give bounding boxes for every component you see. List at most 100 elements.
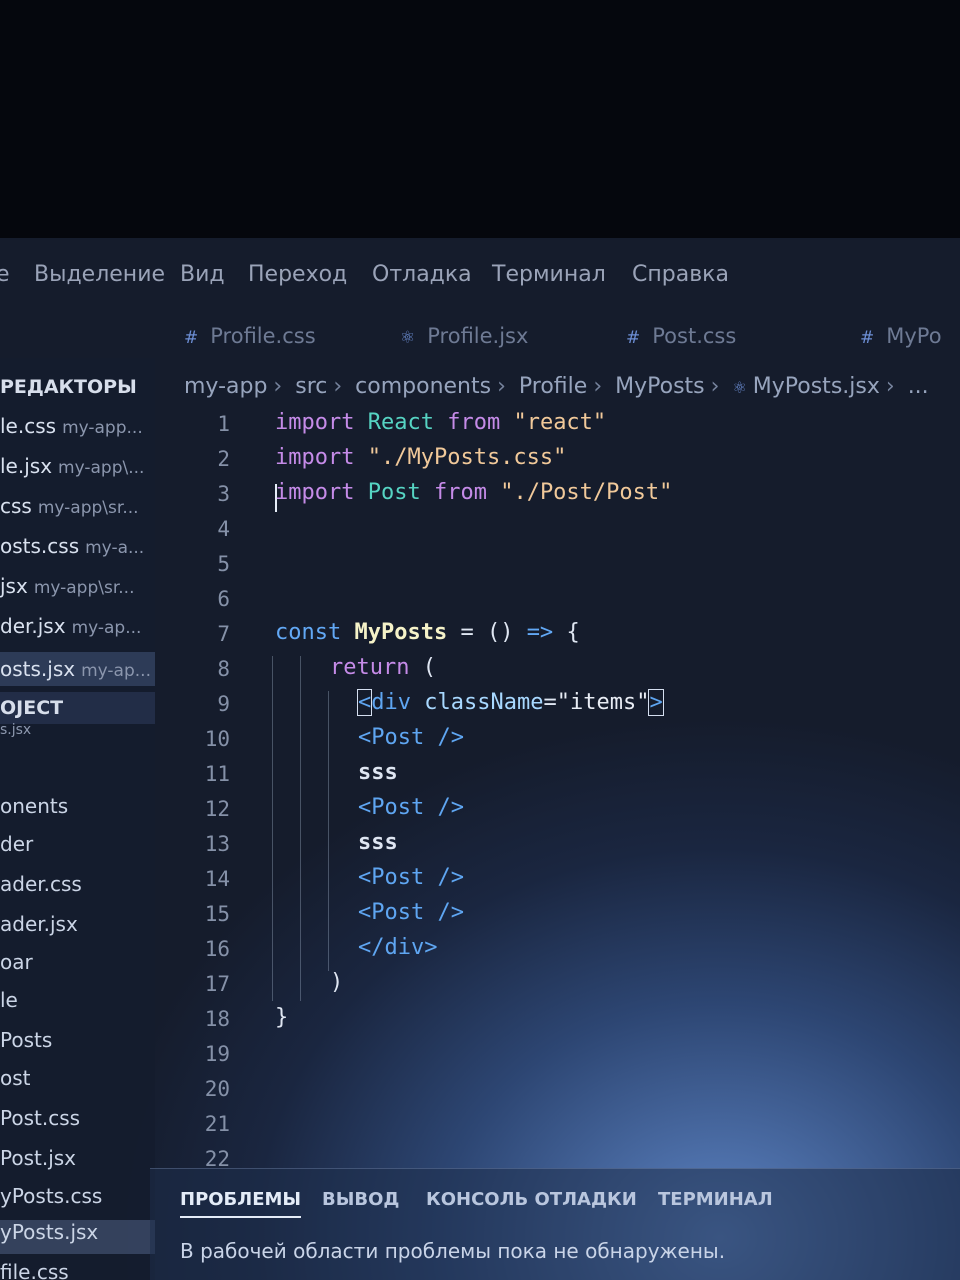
tree-item[interactable]: Post.css xyxy=(0,1106,80,1130)
code-token: from xyxy=(433,480,487,505)
menu-item-help[interactable]: Справка xyxy=(632,262,729,287)
breadcrumb: my-app › src › components › Profile › MyPost… xyxy=(184,374,929,399)
tree-item[interactable]: le xyxy=(0,988,18,1012)
menu-item-debug[interactable]: Отладка xyxy=(372,262,472,287)
tab-problems[interactable]: ПРОБЛЕМЫ xyxy=(180,1189,302,1218)
code-token: < xyxy=(356,689,373,716)
code-line: <Post /> xyxy=(358,865,464,890)
project-header[interactable]: OJECT xyxy=(0,692,155,724)
line-number: 9 xyxy=(217,692,230,716)
tree-item[interactable]: ader.jsx xyxy=(0,912,78,936)
code-token: "./MyPosts.css" xyxy=(367,445,567,470)
code-token: => xyxy=(526,620,554,645)
line-number: 3 xyxy=(217,482,230,506)
code-line: <Post /> xyxy=(358,900,464,925)
code-token: return xyxy=(330,655,410,680)
tree-item[interactable]: oar xyxy=(0,950,33,974)
open-editor-item[interactable]: le.jsx my-app\... xyxy=(0,454,155,478)
code-token: from xyxy=(447,410,501,435)
code-line: <Post /> xyxy=(358,725,464,750)
tab-debug-console[interactable]: КОНСОЛЬ ОТЛАДКИ xyxy=(426,1189,637,1210)
menu-item-terminal[interactable]: Терминал xyxy=(492,262,606,287)
code-token: = () xyxy=(460,620,527,645)
code-line: <div className="items"> xyxy=(356,689,664,716)
line-number: 2 xyxy=(217,447,230,471)
open-editor-item[interactable]: css my-app\sr... xyxy=(0,494,155,518)
hash-icon: # xyxy=(184,328,199,348)
menu-item-go[interactable]: Переход xyxy=(248,262,347,287)
menu-item-selection[interactable]: Выделение xyxy=(34,262,165,287)
line-number: 7 xyxy=(217,622,230,646)
tab-profile-jsx[interactable]: ⚛ Profile.jsx xyxy=(400,324,528,348)
vscode-window: е Выделение Вид Переход Отладка Терминал… xyxy=(0,238,960,1280)
code-editor[interactable]: 1 2 3 4 5 6 7 8 9 10 11 12 13 14 15 16 1… xyxy=(160,406,960,1171)
indent-guide xyxy=(328,691,329,971)
breadcrumb-item[interactable]: my-app xyxy=(184,374,267,399)
code-token: ( xyxy=(422,655,436,680)
breadcrumb-item[interactable]: src xyxy=(295,374,327,399)
tree-item[interactable]: onents xyxy=(0,794,68,818)
tree-item[interactable]: ost xyxy=(0,1066,31,1090)
menu-bar: е Выделение Вид Переход Отладка Терминал… xyxy=(0,256,960,296)
line-number: 18 xyxy=(204,1007,230,1031)
tree-item[interactable]: Posts xyxy=(0,1028,52,1052)
line-number: 16 xyxy=(204,937,230,961)
menu-item-file-edge[interactable]: е xyxy=(0,262,10,287)
tree-item[interactable]: s.jsx xyxy=(0,722,31,738)
open-editor-name: osts.jsx xyxy=(0,657,76,681)
tab-label: Profile.css xyxy=(210,324,316,348)
open-editor-path: my-app\... xyxy=(58,458,145,478)
open-editor-path: my-ap... xyxy=(71,618,142,638)
breadcrumb-item[interactable]: Profile xyxy=(519,374,587,399)
open-editor-item[interactable]: le.css my-app... xyxy=(0,414,155,438)
chevron-right-icon: › xyxy=(273,374,283,399)
chevron-right-icon: › xyxy=(497,374,506,399)
tree-item[interactable]: file.css xyxy=(0,1260,69,1280)
code-line: sss xyxy=(358,760,398,785)
open-editor-item[interactable]: osts.css my-a... xyxy=(0,534,155,558)
open-editor-item-active[interactable]: osts.jsx my-ap... xyxy=(0,652,155,686)
chevron-right-icon: › xyxy=(593,374,603,399)
code-line: } xyxy=(275,1005,289,1030)
tree-item[interactable]: yPosts.css xyxy=(0,1184,102,1208)
open-editors-header[interactable]: РЕДАКТОРЫ xyxy=(0,376,137,398)
code-line: return ( xyxy=(330,655,436,680)
tree-item[interactable]: Post.jsx xyxy=(0,1146,76,1170)
code-line: </div> xyxy=(358,935,438,960)
breadcrumb-item[interactable]: MyPosts.jsx xyxy=(753,374,880,399)
menu-item-view[interactable]: Вид xyxy=(180,262,225,287)
open-editor-path: my-app\sr... xyxy=(33,578,135,598)
chevron-right-icon: › xyxy=(333,374,343,399)
code-token: "./Post/Post" xyxy=(500,480,673,505)
open-editor-name: der.jsx xyxy=(0,614,66,638)
tree-item-active[interactable]: yPosts.jsx xyxy=(0,1220,155,1254)
code-token: MyPosts xyxy=(354,620,448,645)
breadcrumb-item[interactable]: components xyxy=(355,374,491,399)
tab-profile-css[interactable]: # Profile.css xyxy=(184,324,316,348)
breadcrumb-item[interactable]: MyPosts xyxy=(615,374,705,399)
line-number: 4 xyxy=(217,517,230,541)
breadcrumb-item[interactable]: ... xyxy=(908,374,929,399)
tab-label: Profile.jsx xyxy=(427,324,529,348)
tab-label: MyPo xyxy=(886,324,942,348)
tree-item[interactable]: ader.css xyxy=(0,872,82,896)
code-token: div xyxy=(371,690,411,715)
open-editor-path: my-app... xyxy=(62,418,143,438)
tab-post-css[interactable]: # Post.css xyxy=(626,324,736,348)
line-number: 12 xyxy=(204,797,230,821)
line-number: 8 xyxy=(217,657,230,681)
react-icon: ⚛ xyxy=(732,378,747,397)
code-line: import React from "react" xyxy=(275,410,606,435)
code-line: <Post /> xyxy=(358,795,464,820)
tree-item[interactable]: der xyxy=(0,832,33,856)
open-editor-item[interactable]: jsx my-app\sr... xyxy=(0,574,155,598)
code-line: import "./MyPosts.css" xyxy=(275,445,566,470)
tab-myposts-css[interactable]: # MyPo xyxy=(860,324,942,348)
tab-terminal[interactable]: ТЕРМИНАЛ xyxy=(658,1189,773,1210)
code-token: "items" xyxy=(556,690,650,715)
open-editor-path: my-ap... xyxy=(81,661,151,681)
open-editor-item[interactable]: der.jsx my-ap... xyxy=(0,614,155,638)
tab-output[interactable]: ВЫВОД xyxy=(322,1189,399,1210)
line-number: 20 xyxy=(204,1077,230,1101)
line-number: 17 xyxy=(204,972,230,996)
